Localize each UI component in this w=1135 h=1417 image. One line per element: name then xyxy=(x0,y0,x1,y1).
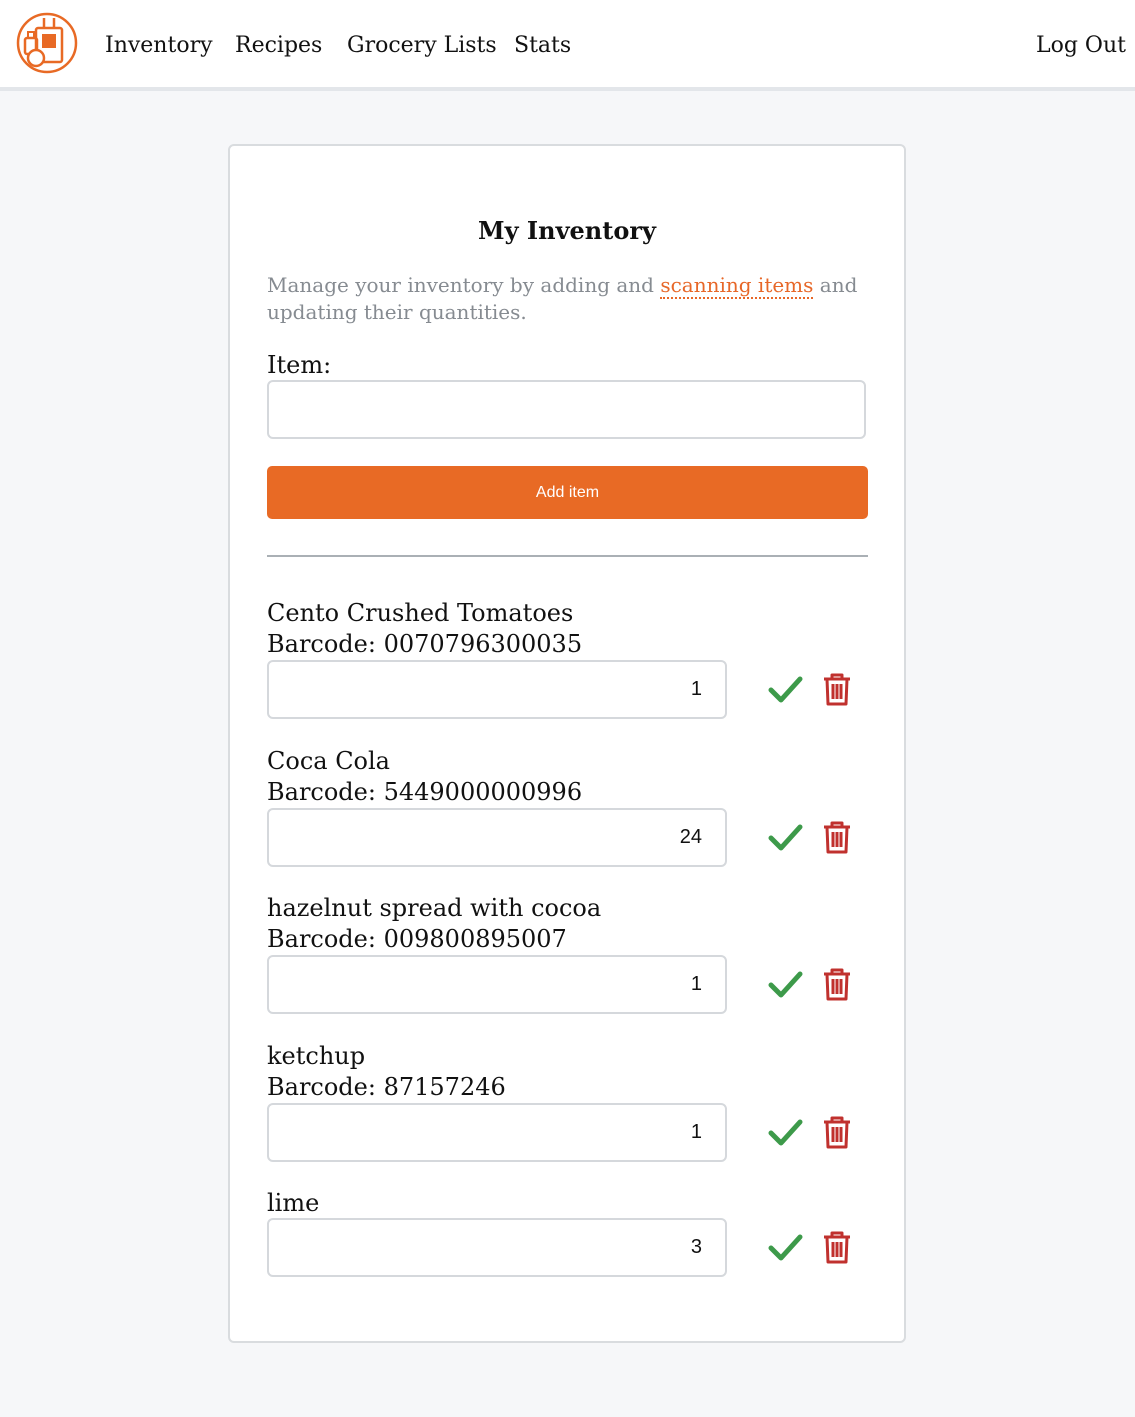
scanning-items-link[interactable]: scanning items xyxy=(660,273,814,299)
trash-icon[interactable] xyxy=(819,966,855,1002)
page-title: My Inventory xyxy=(478,216,656,245)
item-label: Item: xyxy=(267,351,332,379)
nav-link-recipes[interactable]: Recipes xyxy=(235,32,322,60)
inventory-item: Cento Crushed Tomatoes Barcode: 00707963… xyxy=(267,598,868,720)
inventory-item: Coca Cola Barcode: 5449000000996 24 xyxy=(267,746,868,868)
quantity-input[interactable]: 1 xyxy=(267,1103,727,1162)
nav-link-inventory[interactable]: Inventory xyxy=(105,32,213,60)
divider xyxy=(267,555,868,557)
item-name: lime xyxy=(267,1189,320,1217)
item-name: hazelnut spread with cocoa xyxy=(267,894,602,922)
item-name: Coca Cola xyxy=(267,747,390,775)
check-icon[interactable] xyxy=(767,1229,803,1265)
item-barcode: Barcode: 5449000000996 xyxy=(267,778,583,806)
inventory-item: ketchup Barcode: 87157246 1 xyxy=(267,1041,868,1163)
page-description: Manage your inventory by adding and scan… xyxy=(267,272,867,326)
inventory-card: My Inventory Manage your inventory by ad… xyxy=(228,144,906,1343)
trash-icon[interactable] xyxy=(819,671,855,707)
quantity-input[interactable]: 24 xyxy=(267,808,727,867)
item-name: Cento Crushed Tomatoes xyxy=(267,599,574,627)
item-name: ketchup xyxy=(267,1042,366,1070)
check-icon[interactable] xyxy=(767,819,803,855)
add-item-button[interactable]: Add item xyxy=(267,466,868,519)
check-icon[interactable] xyxy=(767,671,803,707)
description-text-start: Manage your inventory by adding and xyxy=(267,273,661,297)
item-input[interactable] xyxy=(267,380,866,439)
item-barcode: Barcode: 87157246 xyxy=(267,1073,506,1101)
trash-icon[interactable] xyxy=(819,1229,855,1265)
quantity-input[interactable]: 1 xyxy=(267,955,727,1014)
check-icon[interactable] xyxy=(767,966,803,1002)
item-barcode: Barcode: 0070796300035 xyxy=(267,630,583,658)
check-icon[interactable] xyxy=(767,1114,803,1150)
inventory-item: hazelnut spread with cocoa Barcode: 0098… xyxy=(267,893,868,1015)
item-barcode: Barcode: 009800895007 xyxy=(267,925,567,953)
trash-icon[interactable] xyxy=(819,819,855,855)
logout-link[interactable]: Log Out xyxy=(1036,32,1126,60)
grocery-bag-logo-icon[interactable] xyxy=(16,12,78,74)
quantity-input[interactable]: 1 xyxy=(267,660,727,719)
top-navbar: Inventory Recipes Grocery Lists Stats Lo… xyxy=(0,0,1135,91)
quantity-input[interactable]: 3 xyxy=(267,1218,727,1277)
nav-link-grocery-lists[interactable]: Grocery Lists xyxy=(347,32,497,60)
trash-icon[interactable] xyxy=(819,1114,855,1150)
inventory-item: lime 3 xyxy=(267,1188,868,1280)
nav-link-stats[interactable]: Stats xyxy=(514,32,571,60)
